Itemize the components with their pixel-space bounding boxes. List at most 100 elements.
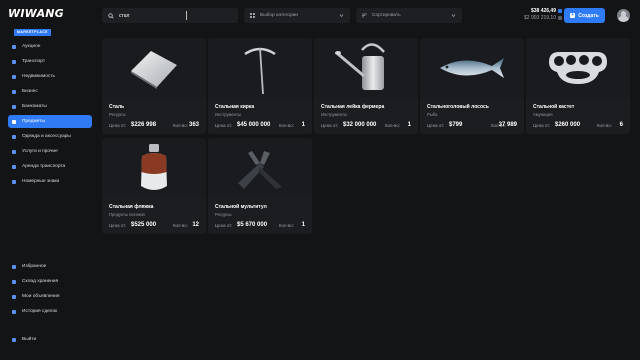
sidebar-item-label: Одежда и аксессуары	[22, 134, 71, 139]
logo-subtitle: MARKETPLACE	[14, 29, 51, 36]
product-card[interactable]: Стальной мультитул Ресурсы Цена от: $5 6…	[208, 138, 312, 234]
product-title: Стальноголовый лосось	[427, 104, 489, 110]
product-price: $260 000	[555, 122, 581, 128]
sidebar-nav: Аукцион Транспорт Недвижимость Бизнес Ба…	[8, 40, 92, 190]
product-image	[420, 38, 524, 98]
product-card[interactable]: Стальная кирка Инструменты Цена от: $45 …	[208, 38, 312, 134]
license-plate-icon	[12, 179, 16, 184]
pickaxe-icon	[244, 47, 276, 95]
product-category: Ресурсы	[109, 112, 126, 117]
sidebar-item-auction[interactable]: Аукцион	[8, 40, 92, 53]
wrench-icon	[12, 149, 16, 154]
product-image	[102, 38, 206, 98]
logo-title: WIWANG	[8, 7, 64, 20]
product-qty: 1	[407, 122, 411, 128]
price-label: Цена от:	[321, 123, 339, 128]
product-card[interactable]: Стальная фляжка Продукты питания Цена от…	[102, 138, 206, 234]
product-category: Амуниция	[533, 112, 553, 117]
product-qty: 1	[301, 122, 305, 128]
sidebar-item-transport[interactable]: Транспорт	[8, 55, 92, 68]
sort-icon	[362, 13, 367, 18]
sidebar-item-label: Мои объявления	[22, 294, 60, 299]
qty-label: Кол-во:	[279, 123, 294, 128]
product-card[interactable]: Стальной кастет Амуниция Цена от: $260 0…	[526, 38, 630, 134]
product-title: Стальная фляжка	[109, 204, 154, 210]
sidebar-item-plates[interactable]: Номерные знаки	[8, 175, 92, 188]
sidebar-item-label: Транспорт	[22, 59, 46, 64]
sidebar-item-items[interactable]: Предметы	[8, 115, 92, 128]
sidebar-item-business[interactable]: Бизнес	[8, 85, 92, 98]
sidebar-item-label: Недвижимость	[22, 74, 56, 79]
sidebar-item-clothing[interactable]: Одежда и аксессуары	[8, 130, 92, 143]
category-select[interactable]: Выбор категории	[244, 8, 350, 23]
chevron-down-icon	[339, 14, 344, 18]
sidebar-item-favorites[interactable]: Избранное	[8, 260, 92, 273]
search-value: стал	[119, 12, 130, 19]
avatar[interactable]	[617, 9, 630, 22]
sidebar-nav-exit: Выйти	[8, 333, 92, 348]
search-input[interactable]: стал	[102, 8, 238, 23]
qty-label: Кол-во:	[279, 223, 294, 228]
product-image	[208, 138, 312, 198]
car-icon	[12, 59, 16, 64]
product-price: $32 000 000	[343, 122, 377, 128]
logo[interactable]: WIWANG MARKETPLACE	[8, 7, 68, 36]
sidebar-item-realty[interactable]: Недвижимость	[8, 70, 92, 83]
product-price: $5 670 000	[237, 222, 268, 228]
heart-icon	[12, 264, 16, 269]
sidebar-item-label: История сделок	[22, 309, 58, 314]
sidebar-item-services[interactable]: Услуги и прочие	[8, 145, 92, 158]
topbar: стал Выбор категории Сортировать $38 426…	[94, 0, 640, 34]
balance-secondary: $2 903 219,10	[504, 15, 562, 22]
product-grid: Сталь Ресурсы Цена от: $226 998 Кол-во: …	[102, 38, 634, 234]
qty-label: Кол-во:	[173, 123, 188, 128]
sidebar-item-label: Банкоматы	[22, 104, 47, 109]
product-title: Стальной мультитул	[215, 204, 267, 210]
sort-select[interactable]: Сортировать	[356, 8, 462, 23]
text-cursor	[186, 11, 187, 20]
list-icon	[12, 294, 16, 299]
product-card[interactable]: Сталь Ресурсы Цена от: $226 998 Кол-во: …	[102, 38, 206, 134]
create-button[interactable]: + Создать	[564, 8, 605, 23]
sort-select-value: Сортировать	[372, 13, 401, 18]
sidebar-item-storage[interactable]: Склад хранения	[8, 275, 92, 288]
logout-icon	[12, 337, 16, 342]
briefcase-icon	[12, 89, 16, 94]
product-title: Стальная кирка	[215, 104, 255, 110]
search-icon	[108, 12, 114, 19]
box-icon	[12, 119, 16, 124]
sidebar-item-my-listings[interactable]: Мои объявления	[8, 290, 92, 303]
qty-label: Кол-во:	[385, 123, 400, 128]
watering-can-icon	[335, 43, 385, 90]
product-qty: 363	[188, 122, 199, 128]
shirt-icon	[12, 134, 16, 139]
product-title: Сталь	[109, 104, 125, 110]
logout-button[interactable]: Выйти	[8, 333, 92, 346]
sidebar-item-atms[interactable]: Банкоматы	[8, 100, 92, 113]
warehouse-icon	[12, 279, 16, 284]
product-price: $799	[449, 122, 463, 128]
logout-label: Выйти	[22, 337, 37, 342]
house-icon	[12, 74, 16, 79]
product-price: $525 000	[131, 222, 157, 228]
product-qty: 37 989	[498, 122, 517, 128]
create-button-label: Создать	[578, 12, 599, 19]
bank-icon	[558, 15, 562, 20]
price-label: Цена от:	[109, 123, 127, 128]
flask-icon	[141, 144, 167, 190]
product-qty: 6	[619, 122, 623, 128]
multitool-icon	[238, 151, 282, 189]
product-category: Инструменты	[215, 112, 242, 117]
product-image	[314, 38, 418, 98]
product-card[interactable]: Стальноголовый лосось Рыба Цена от: $799…	[420, 38, 524, 134]
product-card[interactable]: Стальная лейка фермера Инструменты Цена …	[314, 38, 418, 134]
balance: $38 426,49 $2 903 219,10	[504, 8, 562, 22]
product-title: Стальной кастет	[533, 104, 575, 110]
product-category: Рыба	[427, 112, 438, 117]
sidebar-item-label: Услуги и прочие	[22, 149, 58, 154]
wallet-icon	[558, 8, 562, 13]
sidebar-item-history[interactable]: История сделок	[8, 305, 92, 318]
sidebar-item-label: Избранное	[22, 264, 47, 269]
price-label: Цена от:	[427, 123, 445, 128]
sidebar-item-rental[interactable]: Аренда транспорта	[8, 160, 92, 173]
